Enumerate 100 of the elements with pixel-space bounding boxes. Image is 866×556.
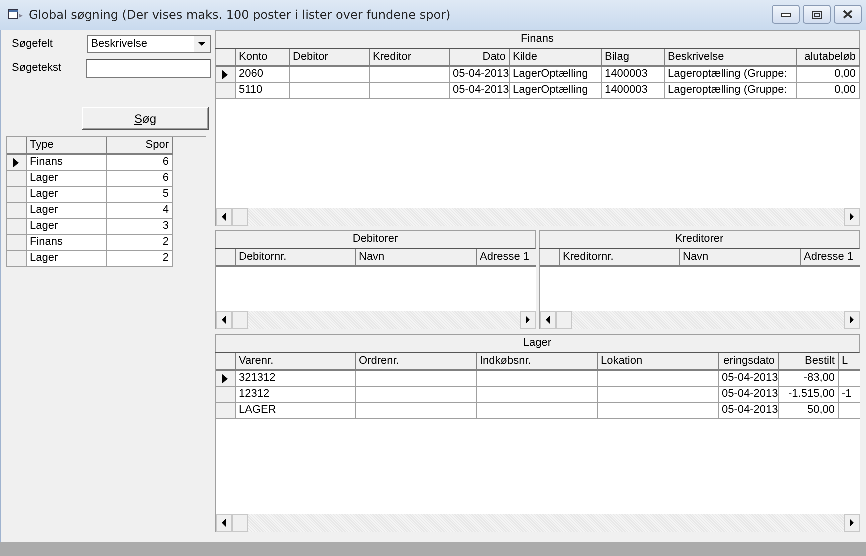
column-header[interactable]: Navn <box>356 249 477 267</box>
table-cell: 05-04-2013 <box>450 67 510 83</box>
row-indicator[interactable] <box>7 155 27 171</box>
table-cell: 321312 <box>236 371 356 387</box>
window-app-icon <box>8 8 24 22</box>
table-cell: 2 <box>107 251 173 267</box>
grid-corner-cell <box>540 249 560 267</box>
window-title: Global søgning (Der vises maks. 100 poster i lister over fundene spor) <box>29 8 451 22</box>
row-indicator[interactable] <box>216 371 236 387</box>
column-header[interactable]: Indkøbsnr. <box>477 353 598 371</box>
right-arrow-icon <box>526 316 530 324</box>
table-cell: 05-04-2013 <box>719 371 779 387</box>
search-text-field[interactable] <box>86 58 211 78</box>
column-header[interactable]: alutabeløb <box>797 49 860 67</box>
column-header[interactable]: eringsdato <box>719 353 779 371</box>
field-label: Søgefelt <box>11 38 54 50</box>
row-pointer-icon <box>222 374 228 384</box>
scroll-thumb[interactable] <box>556 311 572 329</box>
table-cell: 3 <box>107 219 173 235</box>
table-cell: Lager <box>27 251 107 267</box>
scroll-right-button[interactable] <box>844 208 860 226</box>
scroll-left-button[interactable] <box>216 208 232 226</box>
scroll-thumb[interactable] <box>232 311 248 329</box>
horizontal-scrollbar[interactable] <box>216 208 860 226</box>
search-field-dropdown[interactable]: Beskrivelse <box>87 35 211 53</box>
table-cell: -1 <box>839 387 860 403</box>
column-header[interactable]: Varenr. <box>236 353 356 371</box>
table-cell: LAGER <box>236 403 356 419</box>
panel-title: Kreditorer <box>539 230 860 249</box>
maximize-button[interactable] <box>803 5 831 24</box>
column-header[interactable]: Lokation <box>598 353 719 371</box>
table-cell: Lageroptælling (Gruppe: <box>665 67 797 83</box>
right-arrow-icon <box>850 519 854 527</box>
column-header[interactable]: Adresse 1 <box>477 249 536 267</box>
row-indicator[interactable] <box>216 67 236 83</box>
horizontal-scrollbar[interactable] <box>540 311 860 329</box>
horizontal-scrollbar[interactable] <box>216 311 536 329</box>
table-cell: 5 <box>107 187 173 203</box>
table-cell: 1400003 <box>602 83 665 99</box>
table-cell: Lager <box>27 187 107 203</box>
right-arrow-icon <box>850 316 854 324</box>
dropdown-arrow-icon <box>198 42 206 46</box>
column-header[interactable]: Type <box>27 137 107 155</box>
table-cell: 5110 <box>236 83 290 99</box>
scroll-left-button[interactable] <box>216 311 232 329</box>
column-header[interactable]: Beskrivelse <box>665 49 797 67</box>
table-cell: Lageroptælling (Gruppe: <box>665 83 797 99</box>
table-cell: Finans <box>27 155 107 171</box>
close-button[interactable] <box>834 5 862 24</box>
left-arrow-icon <box>222 213 226 221</box>
column-header[interactable]: Bestilt <box>779 353 839 371</box>
table-cell: 0,00 <box>797 83 860 99</box>
right-arrow-icon <box>850 213 854 221</box>
horizontal-scrollbar[interactable] <box>216 514 860 532</box>
scroll-right-button[interactable] <box>520 311 536 329</box>
scroll-thumb[interactable] <box>232 514 248 532</box>
table-cell: Lager <box>27 203 107 219</box>
scroll-right-button[interactable] <box>844 514 860 532</box>
search-button[interactable]: Søg <box>82 107 209 130</box>
column-header[interactable]: Kreditor <box>370 49 450 67</box>
field-label: Søgetekst <box>11 62 63 74</box>
close-icon <box>843 10 853 19</box>
row-pointer-icon <box>222 70 228 80</box>
table-cell: Lager <box>27 219 107 235</box>
panel-title: Finans <box>215 30 860 49</box>
column-header[interactable]: Spor <box>107 137 173 155</box>
column-header[interactable]: Dato <box>450 49 510 67</box>
column-header[interactable]: Kreditornr. <box>560 249 680 267</box>
grid-corner-cell <box>216 49 236 67</box>
table-cell: 05-04-2013 <box>719 387 779 403</box>
column-header[interactable]: Debitor <box>290 49 370 67</box>
left-arrow-icon <box>222 316 226 324</box>
grid-corner-cell <box>216 249 236 267</box>
column-header[interactable]: Bilag <box>602 49 665 67</box>
column-header[interactable]: Kilde <box>510 49 602 67</box>
table-cell: Lager <box>27 171 107 187</box>
column-header[interactable]: L <box>839 353 860 371</box>
table-cell: 0,00 <box>797 67 860 83</box>
table-cell: 2 <box>107 235 173 251</box>
table-cell: 12312 <box>236 387 356 403</box>
column-header[interactable]: Navn <box>680 249 801 267</box>
grid-corner-cell <box>7 137 27 155</box>
column-header[interactable]: Ordrenr. <box>356 353 477 371</box>
table-cell: 1400003 <box>602 67 665 83</box>
table-cell: 4 <box>107 203 173 219</box>
table-cell: LagerOptælling <box>510 83 602 99</box>
scroll-right-button[interactable] <box>844 311 860 329</box>
column-header[interactable]: Adresse 1 <box>801 249 860 267</box>
left-arrow-icon <box>222 519 226 527</box>
scroll-left-button[interactable] <box>540 311 556 329</box>
column-header[interactable]: Konto <box>236 49 290 67</box>
column-header[interactable]: Debitornr. <box>236 249 356 267</box>
scroll-thumb[interactable] <box>232 208 248 226</box>
table-cell: LagerOptælling <box>510 67 602 83</box>
table-cell: 6 <box>107 171 173 187</box>
scroll-left-button[interactable] <box>216 514 232 532</box>
table-cell: 05-04-2013 <box>719 403 779 419</box>
table-cell: Finans <box>27 235 107 251</box>
row-pointer-icon <box>13 158 19 168</box>
minimize-button[interactable] <box>772 5 800 24</box>
